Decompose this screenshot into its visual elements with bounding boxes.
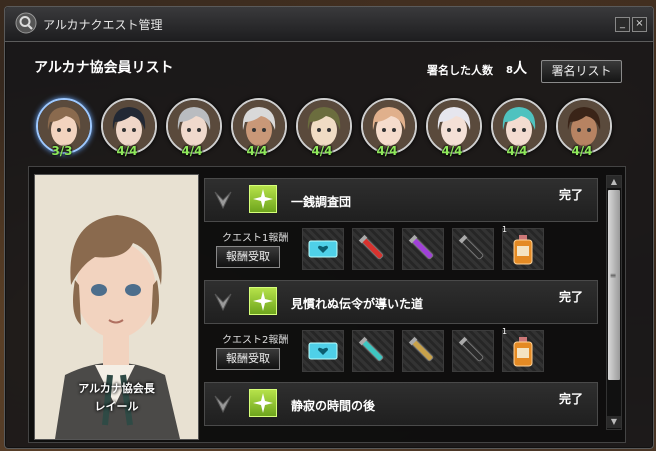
member-quest-ratio: 4/4 [571,144,593,158]
leader-role: アルカナ協会長 [78,382,155,395]
member-quest-ratio: 4/4 [441,144,463,158]
title-bar[interactable]: アルカナクエスト管理 _ × [5,7,653,42]
check-mark-icon [214,191,232,210]
reward-slot[interactable] [452,330,494,372]
reward-slot[interactable]: 1 [502,327,544,372]
quest-header[interactable]: 静寂の時間の後 完了 [204,382,598,426]
member-list-title: アルカナ協会員リスト [34,60,174,76]
signed-count: 8人 [506,58,527,78]
quest-emblem-icon [249,287,277,315]
member-quest-ratio: 4/4 [116,144,138,158]
check-mark-icon [214,395,232,414]
quest-name: 一銭調査団 [291,195,352,209]
quest-status: 完了 [559,290,584,304]
scroll-thumb[interactable] [608,190,620,380]
ticket-icon [308,240,338,258]
signed-count-unit: 人 [512,61,527,77]
quest-status: 完了 [559,188,584,202]
quest-search-icon [15,12,37,34]
reward-slot[interactable] [302,330,344,372]
black-potion-icon [458,336,484,362]
reward-slot[interactable] [352,330,394,372]
bottle-icon [513,235,533,265]
quest-header[interactable]: 見慣れぬ伝令が導いた道 完了 [204,280,598,324]
scroll-grip-icon: ≡ [609,271,617,280]
quest-name: 見慣れぬ伝令が導いた道 [291,297,424,311]
reward-slot[interactable] [452,228,494,270]
quest-name: 静寂の時間の後 [291,399,376,413]
signed-count-value: 8 [506,65,513,76]
member-quest-ratio: 4/4 [181,144,203,158]
quest-scrollbar[interactable]: ▲ ≡ ▼ [606,175,622,430]
gold-potion-icon [408,336,434,362]
check-mark-icon [214,293,232,312]
member-quest-ratio: 4/4 [311,144,333,158]
ticket-icon [308,342,338,360]
claim-reward-button[interactable]: 報酬受取 [216,246,280,268]
cyan-potion-icon [358,336,384,362]
member-quest-ratio: 4/4 [506,144,528,158]
quest-emblem-icon [249,389,277,417]
reward-count: 1 [502,327,508,336]
close-button[interactable]: × [632,17,647,32]
window-title: アルカナクエスト管理 [43,18,163,32]
scroll-up-arrow-icon[interactable]: ▲ [607,176,621,188]
signed-count-label: 署名した人数 [427,64,493,77]
member-quest-ratio: 3/3 [51,144,73,158]
sign-list-button[interactable]: 署名リスト [541,60,622,83]
leader-portrait: アルカナ協会長 レイール [34,174,199,440]
member-quest-ratio: 4/4 [376,144,398,158]
leader-name: レイール [94,400,139,413]
red-potion-icon [358,234,384,260]
reward-slot[interactable] [402,330,444,372]
reward-slot[interactable]: 1 [502,225,544,270]
reward-count: 1 [502,225,508,234]
reward-slot[interactable] [352,228,394,270]
quest-status: 完了 [559,392,584,406]
quest-header[interactable]: 一銭調査団 完了 [204,178,598,222]
scroll-down-arrow-icon[interactable]: ▼ [607,416,621,428]
reward-slot[interactable] [302,228,344,270]
quest-emblem-icon [249,185,277,213]
bottle-icon [513,337,533,367]
member-quest-ratio: 4/4 [246,144,268,158]
quest-reward-label: クエスト1報酬 [222,233,289,244]
reward-slot[interactable] [402,228,444,270]
black-potion-icon [458,234,484,260]
quest-reward-label: クエスト2報酬 [222,335,289,346]
purple-potion-icon [408,234,434,260]
minimize-button[interactable]: _ [615,17,630,32]
claim-reward-button[interactable]: 報酬受取 [216,348,280,370]
